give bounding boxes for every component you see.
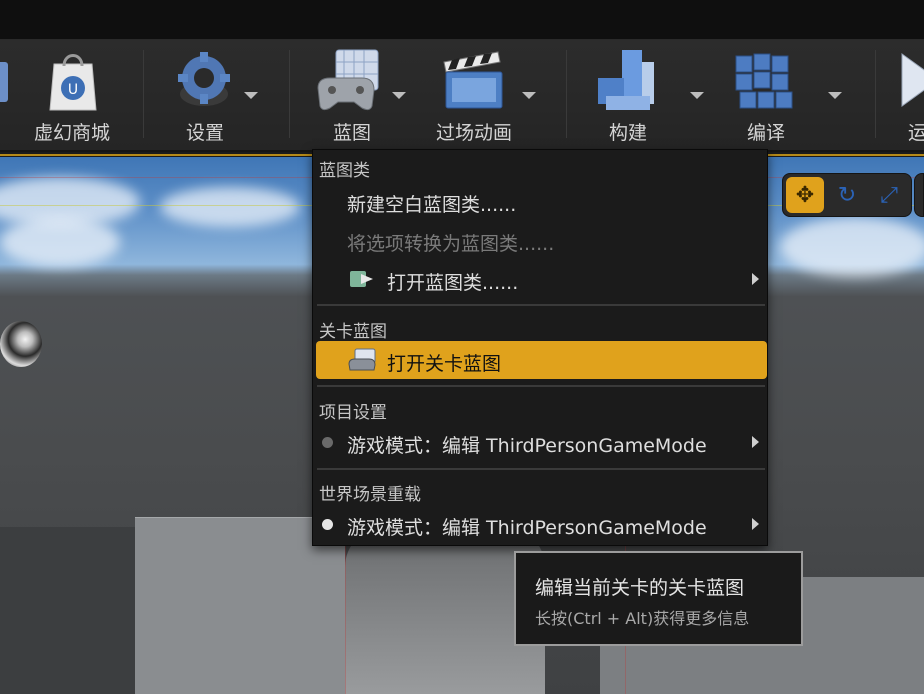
svg-text:U: U [68,82,78,98]
menu-item-convert-to-blueprint: 将选项转换为蓝图类...... [315,221,767,259]
menu-item-new-empty-blueprint[interactable]: 新建空白蓝图类...... [315,182,767,220]
level-blueprint-icon [348,348,376,371]
cinematics-dropdown-caret-icon[interactable] [522,92,536,99]
menu-item-world-game-mode[interactable]: 游戏模式：编辑 ThirdPersonGameMode [315,505,767,543]
open-blueprint-icon [350,271,373,287]
cinematics-button[interactable]: 过场动画 [426,40,550,150]
sky-cloud [0,217,120,267]
settings-dropdown-caret-icon[interactable] [244,92,258,99]
blueprints-dropdown-menu: 蓝图类 新建空白蓝图类...... 将选项转换为蓝图类...... 打开蓝图类.… [312,149,768,546]
menu-item-label: 打开关卡蓝图 [387,353,502,375]
marketplace-bag-icon: U [49,54,97,111]
compile-cubes-icon [735,53,793,109]
blueprints-dropdown-caret-icon[interactable] [392,92,406,99]
status-dot-icon [322,519,333,530]
menu-item-label: 游戏模式：编辑 ThirdPersonGameMode [347,435,707,457]
toolbar-partial-button[interactable] [0,40,14,150]
compile-dropdown-caret-icon[interactable] [828,92,842,99]
scene-block [0,527,140,694]
menu-item-open-level-blueprint[interactable]: 打开关卡蓝图 [316,341,767,379]
blueprints-label: 蓝图 [332,122,371,144]
transform-toolbar: ✥ ↻ ⤢ [782,173,912,217]
viewport-tool-partial[interactable] [914,173,924,217]
cinematics-label: 过场动画 [435,122,512,144]
viewport-gridline [345,537,346,694]
section-header-blueprint-class: 蓝图类 [319,161,370,181]
marketplace-label: 虚幻商城 [33,122,110,144]
rotate-icon: ↻ [837,182,857,208]
submenu-arrow-icon [752,273,759,285]
menu-divider [317,468,765,470]
compile-button[interactable]: 编译 [720,40,844,150]
reflection-sphere [0,321,42,367]
play-button[interactable]: 运 [890,40,924,150]
menu-item-label: 新建空白蓝图类...... [347,194,517,216]
settings-label: 设置 [185,122,224,144]
partial-icon [0,62,8,102]
marketplace-button[interactable]: U 虚幻商城 [20,40,124,150]
tooltip-hint: 长按(Ctrl + Alt)获得更多信息 [535,609,750,628]
blueprints-button[interactable]: 蓝图 [300,40,412,150]
toolbar-divider [566,50,567,138]
build-dropdown-caret-icon[interactable] [690,92,704,99]
build-button[interactable]: 构建 [580,40,704,150]
tooltip: 编辑当前关卡的关卡蓝图 长按(Ctrl + Alt)获得更多信息 [514,551,803,646]
settings-gear-icon [178,52,230,106]
translate-tool[interactable]: ✥ [786,177,824,213]
sky-cloud [160,187,300,227]
build-label: 构建 [608,122,647,144]
menu-divider [317,385,765,387]
section-header-project-settings: 项目设置 [319,403,387,423]
build-blocks-icon [598,50,654,110]
toolbar-divider [143,50,144,138]
menu-item-label: 将选项转换为蓝图类...... [347,233,555,255]
section-header-level-blueprint: 关卡蓝图 [319,322,387,342]
play-label: 运 [908,122,924,144]
settings-button[interactable]: 设置 [160,40,264,150]
translate-icon: ✥ [795,182,815,208]
rotate-tool[interactable]: ↻ [828,177,866,213]
tooltip-title: 编辑当前关卡的关卡蓝图 [535,577,745,599]
title-bar [0,0,924,40]
toolbar-divider [289,50,290,138]
submenu-arrow-icon [752,436,759,448]
cinematics-clapper-icon [443,51,503,109]
blueprint-gamepad-icon [317,49,379,111]
submenu-arrow-icon [752,518,759,530]
toolbar-divider [875,50,876,138]
menu-item-open-blueprint-class[interactable]: 打开蓝图类...... [315,260,767,298]
menu-item-label: 打开蓝图类...... [387,272,519,294]
compile-label: 编译 [746,122,785,144]
menu-item-label: 游戏模式：编辑 ThirdPersonGameMode [347,517,707,539]
sky-cloud [780,217,924,277]
section-header-world-override: 世界场景重载 [319,485,421,505]
scale-icon: ⤢ [880,182,898,208]
status-dot-icon [322,437,333,448]
play-triangle-icon [901,53,924,107]
scale-tool[interactable]: ⤢ [870,177,908,213]
main-toolbar: U 虚幻商城 设置 蓝图 过场动画 构建 编译 运 [0,40,924,152]
menu-divider [317,304,765,306]
menu-item-project-game-mode[interactable]: 游戏模式：编辑 ThirdPersonGameMode [315,423,767,461]
